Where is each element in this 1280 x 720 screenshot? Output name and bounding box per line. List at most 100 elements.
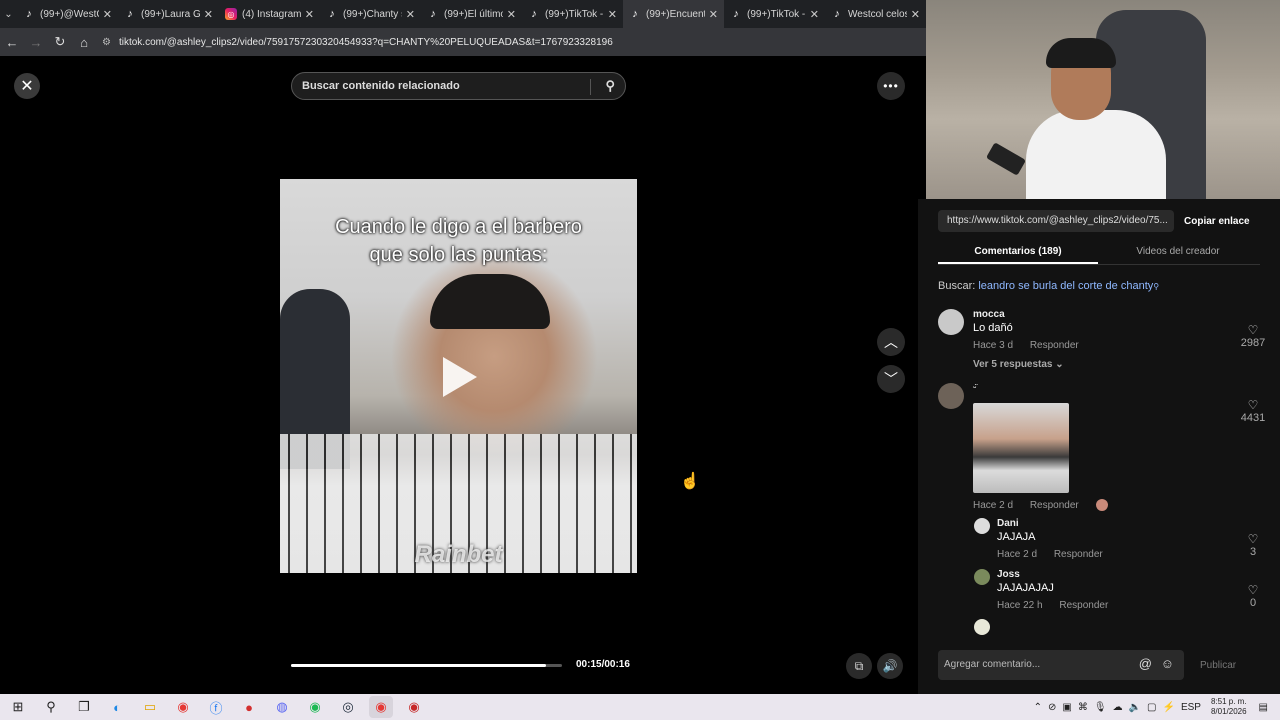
like-button[interactable]: ♡ 2987 bbox=[1238, 323, 1268, 349]
browser-tab[interactable]: ♪ (99+)El último ✕ bbox=[421, 0, 522, 28]
comment-input[interactable]: Agregar comentario... @ ☺ bbox=[938, 650, 1184, 680]
browser-tab[interactable]: ♪ (99+)Chanty s ✕ bbox=[320, 0, 421, 28]
view-replies-link[interactable]: Ver 5 respuestas ⌄ bbox=[973, 359, 1064, 370]
previous-video-icon[interactable]: ︿ bbox=[877, 328, 905, 356]
back-arrow-icon[interactable]: ← bbox=[0, 28, 24, 56]
facebook-icon[interactable]: ⓕ bbox=[204, 696, 228, 718]
comment-time: Hace 2 d bbox=[973, 499, 1014, 511]
reply-button[interactable]: Responder bbox=[1054, 549, 1103, 560]
like-button[interactable]: ♡ 0 bbox=[1238, 583, 1268, 609]
discord-icon[interactable]: ◍ bbox=[270, 696, 294, 718]
next-video-icon[interactable]: ﹀ bbox=[877, 365, 905, 393]
microphone-icon[interactable]: 🎙 bbox=[1094, 702, 1107, 713]
close-icon[interactable]: ✕ bbox=[406, 8, 415, 21]
chrome-icon[interactable]: ◉ bbox=[171, 696, 195, 718]
avatar[interactable] bbox=[974, 569, 990, 585]
volume-icon[interactable]: 🔊 bbox=[877, 653, 903, 679]
tray-icon[interactable]: ⊘ bbox=[1048, 702, 1056, 713]
notifications-icon[interactable]: ▤ bbox=[1259, 702, 1268, 713]
mention-icon[interactable]: @ bbox=[1139, 656, 1152, 671]
home-icon[interactable]: ⌂ bbox=[72, 28, 96, 56]
reload-icon[interactable]: ↻ bbox=[48, 28, 72, 56]
comment-username[interactable]: Joss bbox=[997, 569, 1020, 580]
language-indicator[interactable]: ESP bbox=[1181, 702, 1201, 713]
clock[interactable]: 8:51 p. m. 8/01/2026 bbox=[1211, 697, 1247, 717]
search-query-link[interactable]: leandro se burla del corte de chanty bbox=[978, 280, 1153, 292]
video-frame-image[interactable]: Cuando le digo a el barbero que solo las… bbox=[280, 179, 637, 573]
comment-item: ᵕ̈ Hace 2 d Responder ♡ 4431 bbox=[938, 383, 1268, 513]
screen: ⌄ ♪ (99+)@WestC ✕ ♪ (99+)Laura Gu ✕ ◎ (4… bbox=[0, 0, 1280, 720]
video-player[interactable]: Buscar contenido relacionado ⚲ Cuando le… bbox=[280, 56, 637, 692]
spotify-icon[interactable]: ◉ bbox=[303, 696, 327, 718]
avatar[interactable] bbox=[938, 309, 964, 335]
like-button[interactable]: ♡ 4431 bbox=[1238, 398, 1268, 424]
play-icon[interactable] bbox=[443, 357, 477, 397]
steam-icon[interactable]: ◎ bbox=[336, 696, 360, 718]
close-icon[interactable]: ✕ bbox=[709, 8, 718, 21]
close-icon[interactable]: ✕ bbox=[608, 8, 617, 21]
tray-icon[interactable]: ▣ bbox=[1062, 702, 1071, 713]
close-icon[interactable]: ✕ bbox=[14, 73, 40, 99]
browser-tab[interactable]: ♪ (99+)TikTok - I ✕ bbox=[724, 0, 825, 28]
tray-icon[interactable]: ⚡ bbox=[1162, 702, 1174, 713]
related-search-input[interactable]: Buscar contenido relacionado ⚲ bbox=[291, 72, 626, 100]
close-icon[interactable]: ✕ bbox=[810, 8, 819, 21]
browser-tab[interactable]: ♪ (99+)Laura Gu ✕ bbox=[118, 0, 219, 28]
close-icon[interactable]: ✕ bbox=[305, 8, 314, 21]
cloud-icon[interactable]: ☁ bbox=[1113, 702, 1123, 713]
post-button[interactable]: Publicar bbox=[1200, 660, 1236, 671]
volume-icon[interactable]: 🔈 bbox=[1129, 702, 1141, 713]
file-explorer-icon[interactable]: ▭ bbox=[138, 696, 162, 718]
tab-search-chevron-icon[interactable]: ⌄ bbox=[0, 0, 17, 28]
more-options-icon[interactable]: ••• bbox=[877, 72, 905, 100]
edge-icon[interactable]: ◐ bbox=[105, 696, 129, 718]
comment-time: Hace 22 h bbox=[997, 600, 1043, 611]
reply-button[interactable]: Responder bbox=[1059, 600, 1108, 611]
close-icon[interactable]: ✕ bbox=[507, 8, 516, 21]
browser-tab[interactable]: ♪ (99+)TikTok - I ✕ bbox=[522, 0, 623, 28]
browser-tab[interactable]: ◎ (4) Instagram ✕ bbox=[219, 0, 320, 28]
tab-title: (99+)TikTok - I bbox=[545, 8, 604, 20]
browser-tab[interactable]: ♪ (99+)@WestC ✕ bbox=[17, 0, 118, 28]
close-icon[interactable]: ✕ bbox=[911, 8, 920, 21]
forward-arrow-icon[interactable]: → bbox=[24, 28, 48, 56]
url-field[interactable]: ⚙ tiktok.com/@ashley_clips2/video/759175… bbox=[102, 37, 613, 48]
browser-tab-active[interactable]: ♪ (99+)Encuentra ✕ bbox=[623, 0, 724, 28]
tab-comments[interactable]: Comentarios (189) bbox=[938, 243, 1098, 264]
reply-button[interactable]: Responder bbox=[1030, 340, 1079, 351]
browser-tab[interactable]: ♪ Westcol celos ✕ bbox=[825, 0, 926, 28]
avatar[interactable] bbox=[974, 518, 990, 534]
avatar[interactable] bbox=[938, 383, 964, 409]
comment-username-emoji[interactable]: ᵕ̈ bbox=[973, 383, 976, 392]
close-icon[interactable]: ✕ bbox=[204, 8, 213, 21]
comment-image[interactable] bbox=[973, 403, 1069, 493]
video-caption: Cuando le digo a el barbero que solo las… bbox=[280, 213, 637, 269]
site-info-icon[interactable]: ⚙ bbox=[102, 37, 111, 48]
copy-link-button[interactable]: Copiar enlace bbox=[1184, 216, 1250, 227]
search-icon[interactable]: ⚲ bbox=[605, 78, 615, 94]
video-progress-bar[interactable] bbox=[291, 664, 562, 667]
network-icon[interactable]: ▢ bbox=[1147, 702, 1156, 713]
windows-start-icon[interactable]: ⊞ bbox=[6, 696, 30, 718]
like-button[interactable]: ♡ 3 bbox=[1238, 532, 1268, 558]
tiktok-icon: ♪ bbox=[329, 8, 335, 20]
chevron-up-icon[interactable]: ⌃ bbox=[1034, 702, 1042, 713]
floating-player-icon[interactable]: ⧉ bbox=[846, 653, 872, 679]
reply-button[interactable]: Responder bbox=[1030, 500, 1079, 511]
close-icon[interactable]: ✕ bbox=[103, 8, 112, 21]
tab-title: (99+)TikTok - I bbox=[747, 8, 806, 20]
avatar[interactable] bbox=[974, 619, 990, 635]
share-link-field[interactable]: https://www.tiktok.com/@ashley_clips2/vi… bbox=[938, 210, 1174, 232]
comment-username[interactable]: mocca bbox=[973, 309, 1005, 320]
tab-creator-videos[interactable]: Videos del creador bbox=[1098, 243, 1258, 264]
search-icon[interactable]: ⚲ bbox=[39, 696, 63, 718]
instagram-icon: ◎ bbox=[225, 8, 237, 20]
chrome-icon[interactable]: ◉ bbox=[369, 696, 393, 718]
related-search[interactable]: Buscar: leandro se burla del corte de ch… bbox=[938, 280, 1159, 292]
emoji-icon[interactable]: ☺ bbox=[1161, 656, 1174, 671]
app-icon[interactable]: ● bbox=[237, 696, 261, 718]
comment-username[interactable]: Dani bbox=[997, 518, 1019, 529]
tray-icon[interactable]: ⌘ bbox=[1078, 702, 1088, 713]
obs-icon[interactable]: ◉ bbox=[402, 696, 426, 718]
task-view-icon[interactable]: ❐ bbox=[72, 696, 96, 718]
